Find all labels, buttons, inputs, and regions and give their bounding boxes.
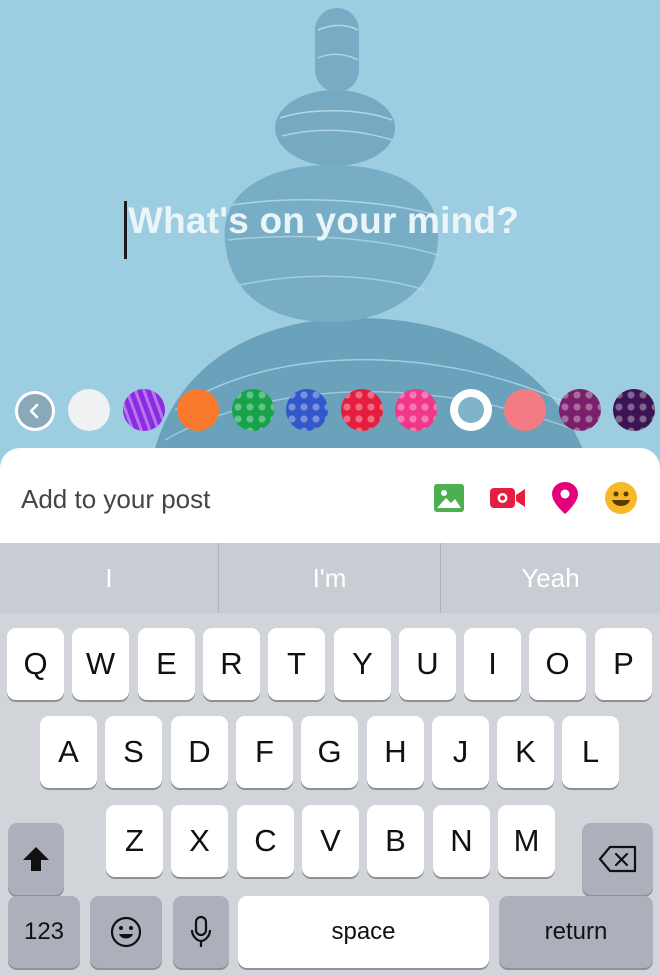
key-k[interactable]: K — [497, 716, 554, 788]
key-u[interactable]: U — [399, 628, 456, 700]
add-to-post-label: Add to your post — [21, 484, 211, 514]
key-i[interactable]: I — [464, 628, 521, 700]
shift-arrow-icon — [23, 847, 49, 871]
suggestion-2[interactable]: I'm — [219, 543, 440, 613]
key-m[interactable]: M — [498, 805, 555, 877]
background-swatch-selected-blue[interactable] — [450, 389, 492, 431]
space-key[interactable]: space — [238, 896, 489, 968]
status-placeholder[interactable]: What's on your mind? — [128, 200, 519, 242]
key-s[interactable]: S — [105, 716, 162, 788]
picker-back-button[interactable] — [15, 391, 55, 431]
keyboard: QWERTYUIOP ASDFGHJKL ZXCVBNM 123 space r… — [0, 613, 660, 975]
background-picker — [0, 385, 660, 435]
key-e[interactable]: E — [138, 628, 195, 700]
shift-key[interactable] — [8, 823, 64, 895]
background-swatch-white[interactable] — [68, 389, 110, 431]
emoji-keyboard-icon — [110, 916, 142, 948]
add-to-post-bar[interactable]: Add to your post — [0, 448, 660, 548]
key-a[interactable]: A — [40, 716, 97, 788]
key-c[interactable]: C — [237, 805, 294, 877]
background-swatch-salmon[interactable] — [504, 389, 546, 431]
photo-button[interactable] — [431, 480, 467, 516]
background-swatch-purple[interactable] — [123, 389, 165, 431]
suggestion-1[interactable]: I — [0, 543, 218, 613]
key-r[interactable]: R — [203, 628, 260, 700]
key-v[interactable]: V — [302, 805, 359, 877]
suggestion-3[interactable]: Yeah — [441, 543, 660, 613]
key-d[interactable]: D — [171, 716, 228, 788]
key-l[interactable]: L — [562, 716, 619, 788]
background-swatch-plum[interactable] — [559, 389, 601, 431]
key-f[interactable]: F — [236, 716, 293, 788]
background-swatch-dark-purple[interactable] — [613, 389, 655, 431]
key-w[interactable]: W — [72, 628, 129, 700]
background-swatch-pink[interactable] — [395, 389, 437, 431]
photo-icon — [434, 484, 464, 512]
feeling-button[interactable] — [603, 480, 639, 516]
check-in-button[interactable] — [547, 480, 583, 516]
numbers-key[interactable]: 123 — [8, 896, 80, 968]
delete-key[interactable] — [582, 823, 653, 895]
backspace-icon — [598, 845, 636, 873]
background-swatch-green[interactable] — [232, 389, 274, 431]
key-y[interactable]: Y — [334, 628, 391, 700]
key-p[interactable]: P — [595, 628, 652, 700]
predictive-text-bar: I I'm Yeah — [0, 543, 660, 613]
key-n[interactable]: N — [433, 805, 490, 877]
key-o[interactable]: O — [529, 628, 586, 700]
key-q[interactable]: Q — [7, 628, 64, 700]
background-swatch-blue[interactable] — [286, 389, 328, 431]
post-composer-background[interactable]: What's on your mind? — [0, 0, 660, 470]
key-t[interactable]: T — [268, 628, 325, 700]
key-x[interactable]: X — [171, 805, 228, 877]
key-b[interactable]: B — [367, 805, 424, 877]
live-video-button[interactable] — [488, 480, 528, 516]
background-swatch-orange[interactable] — [177, 389, 219, 431]
video-camera-icon — [490, 488, 525, 508]
return-key[interactable]: return — [499, 896, 653, 968]
emoji-icon — [605, 482, 637, 514]
text-cursor — [124, 201, 127, 259]
dictation-key[interactable] — [173, 896, 229, 968]
microphone-icon — [190, 915, 212, 947]
chevron-left-icon — [29, 403, 39, 419]
key-z[interactable]: Z — [106, 805, 163, 877]
background-swatch-red[interactable] — [341, 389, 383, 431]
emoji-key[interactable] — [90, 896, 162, 968]
key-j[interactable]: J — [432, 716, 489, 788]
key-g[interactable]: G — [301, 716, 358, 788]
location-pin-icon — [552, 482, 578, 514]
key-h[interactable]: H — [367, 716, 424, 788]
